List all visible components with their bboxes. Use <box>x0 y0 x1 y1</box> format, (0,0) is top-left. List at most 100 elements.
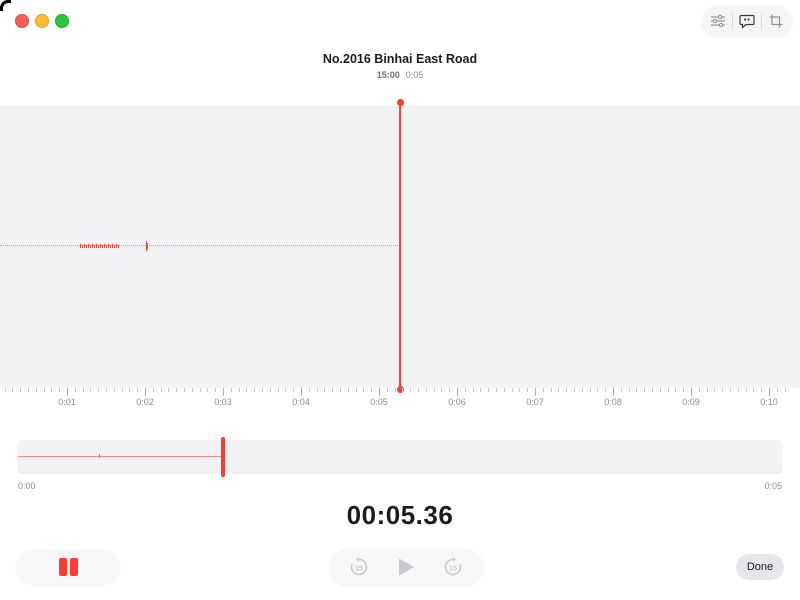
ruler-tick <box>113 388 115 392</box>
ruler-tick <box>223 388 224 396</box>
ruler-tick <box>363 388 365 392</box>
ruler-tick <box>152 388 154 392</box>
ruler-tick <box>90 388 92 392</box>
ruler-tick <box>347 388 349 392</box>
ruler-tick <box>620 388 622 392</box>
waveform-sample <box>110 244 111 248</box>
transcript-button[interactable] <box>736 10 758 32</box>
ruler-tick <box>394 388 396 392</box>
close-window-button[interactable] <box>15 14 29 28</box>
ruler-tick <box>207 388 209 392</box>
waveform-sample <box>90 244 91 248</box>
ruler-tick <box>535 388 536 396</box>
trim-button[interactable] <box>765 10 787 32</box>
ruler-tick <box>542 388 544 392</box>
tick-label: 0:09 <box>682 397 700 407</box>
ruler-tick <box>706 388 708 392</box>
window-controls <box>15 14 69 28</box>
ruler-tick <box>667 388 669 392</box>
ruler-tick <box>566 388 568 392</box>
ruler-tick <box>730 388 731 392</box>
quote-bubble-icon <box>739 14 755 29</box>
ruler-tick <box>199 388 201 392</box>
playhead[interactable] <box>399 102 401 390</box>
ruler-tick <box>441 388 443 392</box>
ruler-tick <box>776 388 778 392</box>
ruler-tick <box>472 388 474 392</box>
waveform-sample <box>114 244 115 248</box>
ruler-tick <box>371 388 373 392</box>
ruler-tick <box>597 388 599 392</box>
ruler-tick <box>168 388 170 392</box>
skip-forward-15-button[interactable]: 15 <box>440 554 466 580</box>
ruler-tick <box>636 388 638 392</box>
ruler-tick <box>316 388 318 392</box>
pause-icon <box>69 558 78 576</box>
ruler-tick <box>145 388 146 396</box>
waveform-sample <box>82 244 83 248</box>
ruler-tick <box>4 388 6 392</box>
ruler-tick <box>698 388 700 392</box>
play-button[interactable] <box>393 554 419 580</box>
ruler-tick <box>121 388 123 392</box>
ruler-tick <box>59 388 61 392</box>
playhead-top-handle[interactable] <box>396 99 404 106</box>
ruler-tick <box>457 388 458 396</box>
skip-forward-15-icon: 15 <box>445 557 462 576</box>
waveform-baseline <box>0 245 398 247</box>
waveform-sample <box>102 244 103 248</box>
tick-label: 0:06 <box>448 397 466 407</box>
overview-waveform <box>18 456 222 457</box>
sliders-icon <box>711 14 726 28</box>
ruler-tick <box>340 388 341 392</box>
ruler-tick <box>425 388 427 392</box>
ruler-tick <box>589 388 591 392</box>
ruler-tick <box>308 388 310 392</box>
waveform-sample <box>118 244 119 248</box>
waveform-sample <box>96 244 97 248</box>
ruler-tick <box>628 388 630 392</box>
tick-label: 0:10 <box>760 397 778 407</box>
crop-icon <box>769 14 783 28</box>
ruler-tick <box>769 388 770 396</box>
minimize-window-button[interactable] <box>35 14 49 28</box>
ruler-tick <box>355 388 357 392</box>
overview-scrubber[interactable] <box>18 437 782 477</box>
ruler-tick <box>254 388 256 392</box>
pause-icon <box>58 558 67 576</box>
tick-label: 0:04 <box>292 397 310 407</box>
ruler-tick <box>74 388 76 392</box>
skip-back-15-button[interactable]: 15 <box>346 554 372 580</box>
ruler-tick <box>386 388 388 392</box>
done-button[interactable]: Done <box>736 554 784 580</box>
overview-playhead-handle[interactable] <box>221 437 225 477</box>
ruler-tick <box>644 388 646 392</box>
ruler-tick <box>238 388 240 392</box>
ruler-tick <box>558 388 560 392</box>
ruler-tick <box>35 388 37 392</box>
maximize-window-button[interactable] <box>55 14 69 28</box>
ruler-tick <box>613 388 614 396</box>
ruler-tick <box>246 388 248 392</box>
recording-title[interactable]: No.2016 Binhai East Road <box>0 52 800 66</box>
waveform-sample <box>147 243 148 249</box>
settings-button[interactable] <box>707 10 729 32</box>
ruler-tick <box>20 388 22 392</box>
ruler-tick <box>659 388 661 392</box>
ruler-tick <box>652 388 653 392</box>
tick-label: 0:08 <box>604 397 622 407</box>
tick-label: 0:05 <box>370 397 388 407</box>
ruler-tick <box>137 388 139 392</box>
ruler-tick <box>433 388 435 392</box>
skip-back-15-icon: 15 <box>350 557 367 576</box>
overview-start-time: 0:00 <box>18 481 36 491</box>
ruler-tick <box>332 388 334 392</box>
tick-label: 0:07 <box>526 397 544 407</box>
ruler-tick <box>402 388 404 392</box>
svg-text:15: 15 <box>355 566 363 573</box>
pause-recording-button[interactable] <box>16 550 120 584</box>
ruler-tick <box>184 388 185 392</box>
play-icon <box>398 558 414 576</box>
ruler-tick <box>12 388 14 392</box>
ruler-tick <box>28 388 29 392</box>
